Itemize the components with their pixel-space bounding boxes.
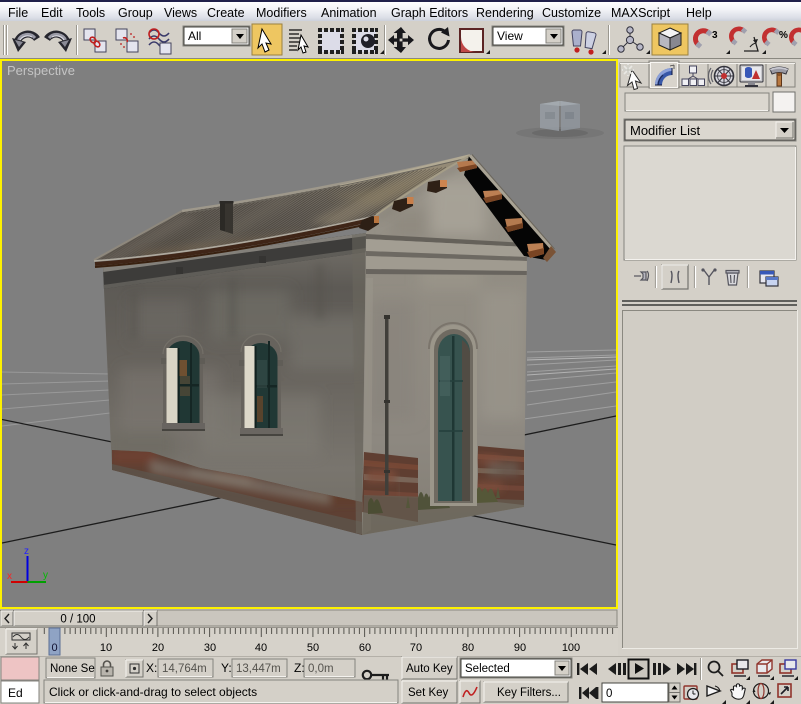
svg-text:Selected: Selected bbox=[465, 663, 510, 675]
svg-text:View: View bbox=[497, 29, 523, 43]
svg-text:3: 3 bbox=[712, 30, 718, 41]
svg-text:None Se: None Se bbox=[50, 663, 95, 675]
svg-text:Perspective: Perspective bbox=[7, 63, 75, 78]
svg-text:z: z bbox=[24, 546, 29, 557]
svg-text:10: 10 bbox=[100, 642, 112, 654]
svg-text:0: 0 bbox=[606, 688, 612, 700]
svg-text:13,447m: 13,447m bbox=[236, 663, 281, 675]
svg-text:X:: X: bbox=[146, 661, 157, 675]
svg-text:0 / 100: 0 / 100 bbox=[60, 614, 95, 626]
svg-text:Ed: Ed bbox=[8, 686, 23, 700]
svg-text:Y:: Y: bbox=[221, 661, 232, 675]
svg-text:Click or click-and-drag to sel: Click or click-and-drag to select object… bbox=[49, 685, 257, 699]
svg-text:60: 60 bbox=[359, 642, 371, 654]
svg-text:Modifier List: Modifier List bbox=[630, 123, 700, 138]
svg-text:20: 20 bbox=[152, 642, 164, 654]
svg-text:80: 80 bbox=[462, 642, 474, 654]
svg-text:90: 90 bbox=[514, 642, 526, 654]
svg-text:Z:: Z: bbox=[294, 661, 305, 675]
svg-text:50: 50 bbox=[307, 642, 319, 654]
svg-text:%: % bbox=[779, 30, 788, 41]
svg-text:y: y bbox=[43, 570, 48, 581]
svg-text:Key Filters...: Key Filters... bbox=[497, 687, 561, 699]
svg-text:14,764m: 14,764m bbox=[162, 663, 207, 675]
svg-text:30: 30 bbox=[204, 642, 216, 654]
svg-text:70: 70 bbox=[410, 642, 422, 654]
svg-text:100: 100 bbox=[562, 642, 580, 654]
svg-text:x: x bbox=[7, 571, 12, 582]
svg-text:All: All bbox=[188, 29, 201, 43]
svg-text:Auto Key: Auto Key bbox=[406, 663, 453, 675]
svg-text:Set Key: Set Key bbox=[408, 687, 449, 699]
svg-text:40: 40 bbox=[255, 642, 267, 654]
svg-text:0,0m: 0,0m bbox=[308, 663, 334, 675]
svg-text:0: 0 bbox=[51, 642, 57, 654]
